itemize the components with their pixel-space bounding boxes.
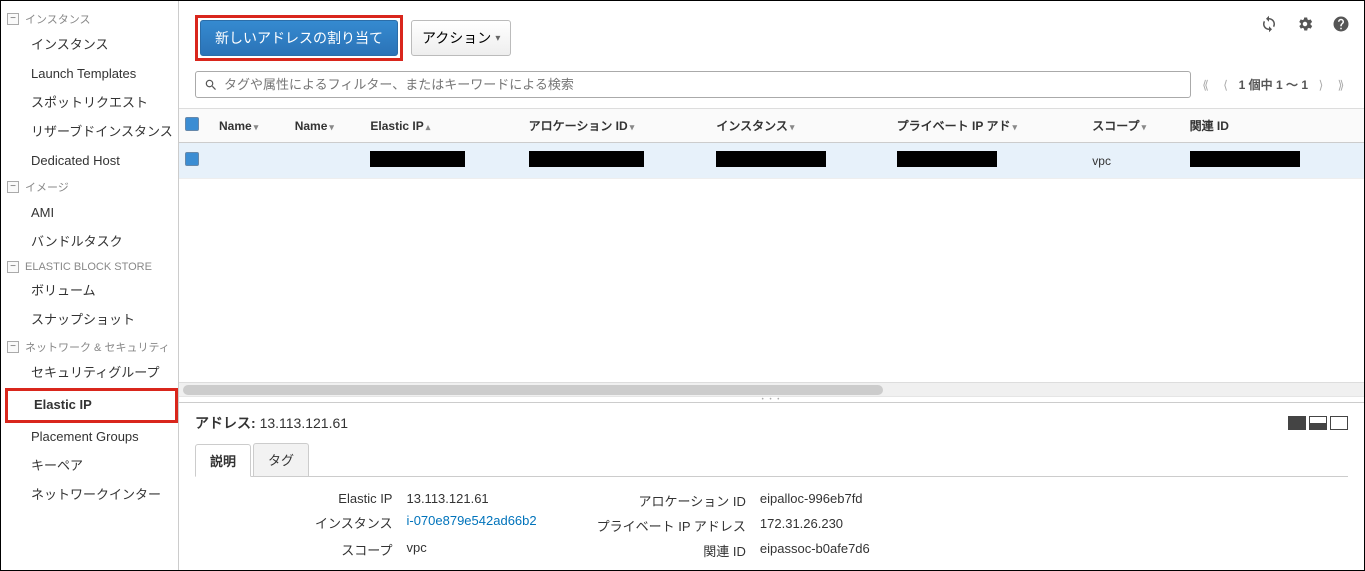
redacted-value xyxy=(370,151,465,167)
page-next-icon[interactable]: ⟩ xyxy=(1314,78,1328,92)
page-first-icon[interactable]: ⟪ xyxy=(1199,78,1213,92)
redacted-value xyxy=(897,151,997,167)
table-row[interactable]: vpc xyxy=(179,143,1364,179)
collapse-icon: − xyxy=(7,13,19,25)
sidebar-item-instances[interactable]: インスタンス xyxy=(5,31,178,60)
page-prev-icon[interactable]: ⟨ xyxy=(1219,78,1233,92)
col-private-ip[interactable]: プライベート IP アド▾ xyxy=(891,109,1087,143)
value-assoc-id: eipassoc-b0afe7d6 xyxy=(760,541,870,560)
sidebar-item-launch-templates[interactable]: Launch Templates xyxy=(5,60,178,89)
cell-scope: vpc xyxy=(1086,143,1183,179)
value-scope: vpc xyxy=(406,540,536,560)
layout-icons xyxy=(1288,416,1348,430)
value-elastic-ip: 13.113.121.61 xyxy=(406,491,536,507)
actions-button[interactable]: アクション ▾ xyxy=(411,20,511,56)
search-box[interactable] xyxy=(195,71,1191,98)
sidebar-item-elastic-ip[interactable]: Elastic IP xyxy=(5,388,178,423)
col-elastic-ip[interactable]: Elastic IP▴ xyxy=(364,109,522,143)
detail-tabs: 説明 タグ xyxy=(195,443,1348,477)
detail-panel: アドレス: 13.113.121.61 説明 タグ Elastic IP 13.… xyxy=(179,402,1364,570)
detail-grid: Elastic IP 13.113.121.61 インスタンス i-070e87… xyxy=(195,491,1348,560)
col-allocation-id[interactable]: アロケーション ID▾ xyxy=(523,109,711,143)
collapse-icon: − xyxy=(7,181,19,193)
main-panel: 新しいアドレスの割り当て アクション ▾ ⟪ xyxy=(179,1,1364,570)
section-label: ELASTIC BLOCK STORE xyxy=(25,261,152,273)
layout-full-icon[interactable] xyxy=(1288,416,1306,430)
layout-split-icon[interactable] xyxy=(1309,416,1327,430)
sidebar-item-network-interfaces[interactable]: ネットワークインター xyxy=(5,481,178,510)
redacted-value xyxy=(716,151,826,167)
sidebar-item-ami[interactable]: AMI xyxy=(5,199,178,228)
collapse-icon: − xyxy=(7,261,19,273)
redacted-value xyxy=(529,151,644,167)
tab-description[interactable]: 説明 xyxy=(195,444,251,477)
pager: ⟪ ⟨ 1 個中 1 ～ 1 ⟩ ⟫ xyxy=(1199,76,1348,93)
sidebar-item-bundle-tasks[interactable]: バンドルタスク xyxy=(5,228,178,257)
layout-bottom-icon[interactable] xyxy=(1330,416,1348,430)
row-checkbox[interactable] xyxy=(185,152,199,166)
section-images[interactable]: − イメージ xyxy=(5,175,178,199)
sidebar-item-snapshots[interactable]: スナップショット xyxy=(5,306,178,335)
col-name[interactable]: Name▾ xyxy=(213,109,289,143)
col-name2[interactable]: Name▾ xyxy=(289,109,365,143)
search-input[interactable] xyxy=(224,77,1182,92)
col-scope[interactable]: スコープ▾ xyxy=(1086,109,1183,143)
section-ebs[interactable]: − ELASTIC BLOCK STORE xyxy=(5,257,178,277)
section-label: イメージ xyxy=(25,179,69,195)
search-row: ⟪ ⟨ 1 個中 1 ～ 1 ⟩ ⟫ xyxy=(179,71,1364,108)
search-icon xyxy=(204,78,218,92)
sidebar-item-spot-requests[interactable]: スポットリクエスト xyxy=(5,89,178,118)
top-icons xyxy=(1260,15,1350,36)
allocate-new-address-button[interactable]: 新しいアドレスの割り当て xyxy=(200,20,398,56)
tab-tags[interactable]: タグ xyxy=(253,443,309,476)
detail-title: アドレス: 13.113.121.61 xyxy=(195,413,348,433)
sidebar-item-security-groups[interactable]: セキュリティグループ xyxy=(5,359,178,388)
sidebar-item-dedicated-host[interactable]: Dedicated Host xyxy=(5,147,178,176)
sidebar-item-volumes[interactable]: ボリューム xyxy=(5,277,178,306)
value-allocation-id: eipalloc-996eb7fd xyxy=(760,491,870,510)
page-last-icon[interactable]: ⟫ xyxy=(1334,78,1348,92)
actions-label: アクション xyxy=(422,28,491,48)
label-elastic-ip: Elastic IP xyxy=(315,491,392,507)
label-assoc-id: 関連 ID xyxy=(597,541,746,560)
col-instance[interactable]: インスタンス▾ xyxy=(710,109,890,143)
section-instances[interactable]: − インスタンス xyxy=(5,7,178,31)
label-instance: インスタンス xyxy=(315,513,392,533)
horizontal-scrollbar[interactable] xyxy=(179,382,1364,396)
select-all-checkbox[interactable] xyxy=(185,117,199,131)
sidebar-item-key-pairs[interactable]: キーペア xyxy=(5,452,178,481)
refresh-icon[interactable] xyxy=(1260,15,1278,36)
value-private-ip: 172.31.26.230 xyxy=(760,516,870,535)
help-icon[interactable] xyxy=(1332,15,1350,36)
chevron-down-icon: ▾ xyxy=(495,33,500,44)
col-assoc-id[interactable]: 関連 ID xyxy=(1184,109,1364,143)
pager-text: 1 個中 1 ～ 1 xyxy=(1239,76,1308,93)
label-allocation-id: アロケーション ID xyxy=(597,491,746,510)
section-network-security[interactable]: − ネットワーク & セキュリティ xyxy=(5,335,178,359)
label-private-ip: プライベート IP アドレス xyxy=(597,516,746,535)
sidebar: − インスタンス インスタンス Launch Templates スポットリクエ… xyxy=(1,1,179,570)
collapse-icon: − xyxy=(7,341,19,353)
gear-icon[interactable] xyxy=(1296,15,1314,36)
highlight-box: 新しいアドレスの割り当て xyxy=(195,15,403,61)
sidebar-item-placement-groups[interactable]: Placement Groups xyxy=(5,423,178,452)
label-scope: スコープ xyxy=(315,540,392,560)
value-instance-link[interactable]: i-070e879e542ad66b2 xyxy=(406,513,536,533)
redacted-value xyxy=(1190,151,1300,167)
sidebar-item-reserved-instances[interactable]: リザーブドインスタンス xyxy=(5,118,178,147)
toolbar: 新しいアドレスの割り当て アクション ▾ xyxy=(179,1,1364,71)
table: Name▾ Name▾ Elastic IP▴ アロケーション ID▾ インスタ… xyxy=(179,108,1364,382)
section-label: ネットワーク & セキュリティ xyxy=(25,339,170,355)
section-label: インスタンス xyxy=(25,11,91,27)
